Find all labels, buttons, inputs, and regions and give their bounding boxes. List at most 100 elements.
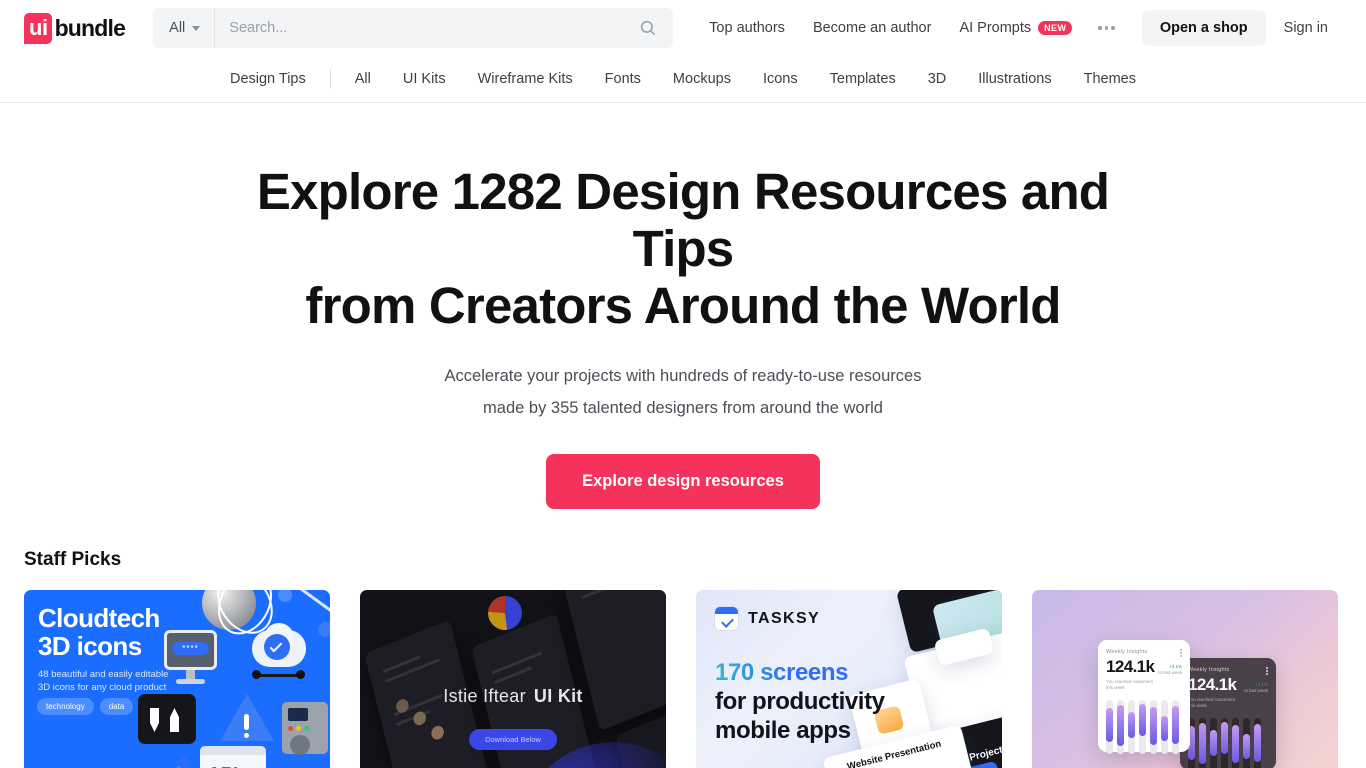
resource-card[interactable]: Istie IftearUI Kit Download Below Canola… [360, 590, 666, 768]
resource-card[interactable]: Cloudtech 3D icons 48 beautiful and easi… [24, 590, 330, 768]
nav-ai-prompts[interactable]: AI Prompts NEW [945, 20, 1086, 36]
share-node-icon [318, 622, 330, 637]
widget-delta-note: to last week [1244, 688, 1268, 693]
page-title-line-2: from Creators Around the World [305, 277, 1061, 334]
password-dots: **** [172, 642, 209, 655]
search-scope-label: All [169, 20, 186, 36]
staff-picks-grid: Cloudtech 3D icons 48 beautiful and easi… [24, 590, 1342, 768]
kebab-menu-icon [1266, 667, 1268, 675]
thumb-title-line-1: Cloudtech [38, 603, 160, 633]
card-thumbnail-cloudtech[interactable]: Cloudtech 3D icons 48 beautiful and easi… [24, 590, 330, 768]
card-thumbnail-tasksy[interactable]: Projects Website Presentation TASKSY 170… [696, 590, 1002, 768]
new-badge: NEW [1038, 21, 1073, 35]
widget-delta-value: +3.1% [1169, 664, 1182, 669]
category-all[interactable]: All [339, 71, 387, 87]
widget-delta: +3.1% to last week [1244, 682, 1268, 694]
category-mockups[interactable]: Mockups [657, 71, 747, 87]
thumb-headline: 170 screens for productivity mobile apps [715, 658, 885, 745]
category-ui-kits[interactable]: UI Kits [387, 71, 462, 87]
search-bar: All [153, 8, 674, 48]
thumb-title-bold: UI Kit [533, 686, 583, 706]
top-header: ui bundle All Top authors Become an auth… [0, 0, 1366, 56]
thumb-subtitle-line-1: 48 beautiful and easily editable [38, 669, 169, 680]
thumb-headline-line-2: for productivity [715, 688, 885, 715]
download-below-button[interactable]: Download Below [469, 729, 557, 750]
tasksy-mark-icon [714, 606, 739, 631]
nav-ai-prompts-label: AI Prompts [959, 20, 1032, 36]
widget-delta-value: +3.1% [1255, 682, 1268, 687]
search-scope-dropdown[interactable]: All [153, 8, 216, 48]
widget-bar-chart [1106, 700, 1182, 754]
share-node-icon [278, 590, 292, 602]
resource-card[interactable]: Projects Website Presentation TASKSY 170… [696, 590, 1002, 768]
window-bar [200, 746, 266, 755]
nav-top-authors-label: Top authors [709, 20, 785, 36]
widget-title: Weekly Insights [1188, 667, 1230, 673]
thumb-headline-accent: 170 screens [715, 659, 849, 686]
category-icons[interactable]: Icons [747, 71, 814, 87]
page-title-line-1: Explore 1282 Design Resources and Tips [256, 163, 1110, 277]
resource-card[interactable]: Weekly Insights 124.1k +3.1% to last wee… [1032, 590, 1338, 768]
search-submit-button[interactable] [631, 19, 673, 37]
category-fonts[interactable]: Fonts [589, 71, 657, 87]
thumb-title-text: Istie Iftear [443, 686, 526, 706]
thumb-title: Istie Iftear UI Kit [360, 686, 666, 707]
thumb-subtitle: 48 beautiful and easily editable 3D icon… [38, 668, 188, 694]
category-3d[interactable]: 3D [912, 71, 963, 87]
card-thumbnail-insights[interactable]: Weekly Insights 124.1k +3.1% to last wee… [1032, 590, 1338, 768]
primary-nav: Top authors Become an author AI Prompts … [695, 20, 1127, 36]
server-led [288, 726, 293, 731]
search-input[interactable] [215, 8, 632, 48]
sign-in-button[interactable]: Sign in [1270, 10, 1342, 46]
tasksy-brand-label: TASKSY [748, 609, 821, 627]
header-actions: Open a shop Sign in [1141, 10, 1342, 46]
staff-picks-heading: Staff Picks [24, 549, 122, 570]
nav-divider [329, 69, 331, 89]
server-led [304, 726, 309, 731]
insights-widget-light: Weekly Insights 124.1k +3.1% to last wee… [1098, 640, 1190, 754]
exclamation-dot [244, 733, 249, 738]
widget-caption-line-2: this week [1188, 703, 1207, 708]
nav-top-authors[interactable]: Top authors [695, 20, 799, 36]
widget-caption: You reached customers this week [1106, 679, 1182, 691]
thumb-headline-line-3: mobile apps [715, 717, 851, 744]
widget-bar-chart [1188, 718, 1268, 768]
signal-wave-icon [170, 750, 190, 768]
staff-picks-section: Staff Picks Cloudtech 3D icons 48 beauti… [0, 509, 1366, 768]
explore-design-resources-button[interactable]: Explore design resources [546, 454, 820, 509]
category-themes[interactable]: Themes [1068, 71, 1152, 87]
server-screen [288, 708, 308, 721]
kebab-menu-icon [1180, 649, 1182, 657]
insights-widget-dark: Weekly Insights 124.1k +3.1% to last wee… [1180, 658, 1276, 768]
widget-caption: You reached customers this week [1188, 697, 1268, 709]
logo[interactable]: ui bundle [24, 12, 126, 44]
thumb-title: Cloudtech 3D icons [38, 604, 160, 660]
thumb-title-line-2: 3D icons [38, 631, 142, 661]
page-title: Explore 1282 Design Resources and Tips f… [208, 163, 1158, 334]
network-node [252, 670, 261, 679]
category-design-tips[interactable]: Design Tips [214, 71, 322, 87]
logo-mark: ui [24, 12, 52, 44]
category-templates[interactable]: Templates [814, 71, 912, 87]
exclamation-bar [244, 714, 249, 730]
card-thumbnail-istie[interactable]: Istie Iftear UI Kit Download Below [360, 590, 666, 768]
nav-become-an-author[interactable]: Become an author [799, 20, 946, 36]
widget-caption-line-1: You reached customers [1106, 679, 1154, 684]
widget-title: Weekly Insights [1106, 649, 1148, 655]
hero-subtitle-line-1: Accelerate your projects with hundreds o… [444, 367, 922, 385]
folder-transfer-icon [138, 694, 196, 744]
category-nav: Design Tips All UI Kits Wireframe Kits F… [0, 56, 1366, 103]
widget-delta-note: to last week [1158, 670, 1182, 675]
nav-become-an-author-label: Become an author [812, 20, 932, 36]
open-a-shop-button[interactable]: Open a shop [1141, 10, 1266, 46]
search-icon [641, 20, 656, 36]
server-fan-icon [290, 735, 310, 755]
category-illustrations[interactable]: Illustrations [962, 71, 1067, 87]
thumb-subtitle-line-2: 3D icons for any cloud product [38, 682, 167, 693]
more-options-icon[interactable] [1086, 26, 1127, 30]
pie-chart-decoration [488, 596, 522, 630]
monitor-base [176, 679, 205, 684]
category-wireframe-kits[interactable]: Wireframe Kits [462, 71, 589, 87]
widget-delta: +3.1% to last week [1158, 664, 1182, 676]
thumb-tag: data [99, 698, 134, 715]
